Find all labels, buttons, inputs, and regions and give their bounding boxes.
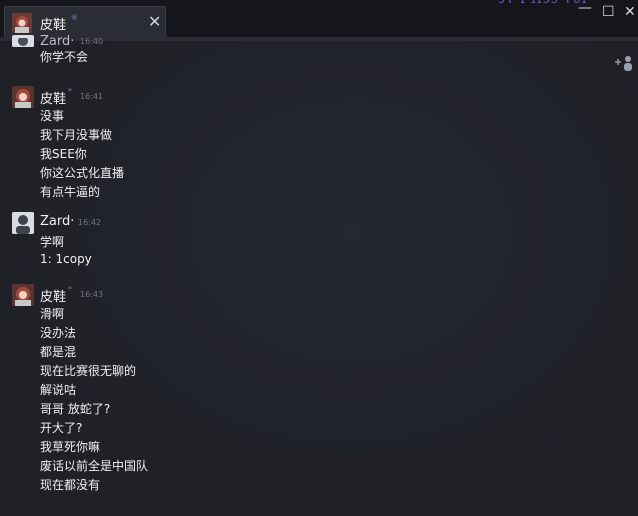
avatar: [12, 86, 34, 108]
title-bar: ɔʏ ɪ ɪɪɔs·ʏʋɪ 皮鞋 ※ ✕ — ☐ ✕: [0, 0, 638, 40]
tab-close-icon[interactable]: ✕: [148, 12, 161, 31]
status-badge: ※: [71, 13, 78, 22]
avatar: [12, 35, 34, 47]
sender-name: Zard·: [40, 34, 75, 49]
message-line: 学啊: [40, 235, 65, 249]
message-line: 我下月没事做: [40, 128, 113, 142]
message-line: 现在都没有: [40, 478, 101, 492]
message-line: 都是混: [40, 345, 77, 359]
message-line: 1: 1copy: [40, 252, 92, 266]
minimize-button[interactable]: —: [578, 0, 592, 16]
message-group: 皮鞋 * 16:41 没事 我下月没事做 我SEE你 你这公式化直播 有点牛逼的: [0, 86, 600, 206]
watermark-text: ɔʏ ɪ ɪɪɔs·ʏʋɪ: [498, 0, 638, 8]
timestamp: 16:40: [80, 37, 104, 46]
maximize-button[interactable]: ☐: [602, 4, 615, 20]
status-badge: *: [68, 87, 72, 96]
tab-label: 皮鞋: [40, 18, 67, 33]
message-line: 我SEE你: [40, 147, 87, 161]
message-line: 废话以前全是中国队: [40, 459, 149, 473]
message-line: 没办法: [40, 326, 77, 340]
message-line: 没事: [40, 109, 65, 123]
message-group: 皮鞋 * 16:43 滑啊 没办法 都是混 现在比赛很无聊的 解说咕 哥哥 放蛇…: [0, 284, 600, 494]
message-line: 哥哥 放蛇了?: [40, 402, 111, 416]
chat-history[interactable]: Zard· 16:40 你学不会 皮鞋 * 16:41 没事 我下月没事做 我S…: [0, 34, 638, 516]
message-group: Zard· 16:42 学啊 1: 1copy: [0, 212, 600, 272]
timestamp: 16:42: [78, 218, 102, 227]
avatar: [12, 212, 34, 234]
message-line: 解说咕: [40, 383, 77, 397]
message-line: 现在比赛很无聊的: [40, 364, 137, 378]
avatar: [12, 13, 32, 33]
sender-name: 皮鞋: [40, 290, 67, 305]
sender-name: Zard·: [40, 214, 75, 229]
message-line: 开大了?: [40, 421, 83, 435]
timestamp: 16:43: [80, 290, 104, 299]
sender-name: 皮鞋: [40, 92, 67, 107]
message-line: 我草死你嘛: [40, 440, 101, 454]
message-group: Zard· 16:40 你学不会: [0, 34, 600, 75]
chat-tab-pixie[interactable]: 皮鞋 ※ ✕: [4, 6, 166, 37]
status-badge: *: [68, 285, 72, 294]
window-close-button[interactable]: ✕: [624, 4, 636, 20]
message-line: 你学不会: [40, 50, 89, 64]
avatar: [12, 284, 34, 306]
message-line: 有点牛逼的: [40, 185, 101, 199]
message-line: 你这公式化直播: [40, 166, 125, 180]
message-line: 滑啊: [40, 307, 65, 321]
add-user-icon[interactable]: [613, 54, 635, 72]
timestamp: 16:41: [80, 92, 104, 101]
